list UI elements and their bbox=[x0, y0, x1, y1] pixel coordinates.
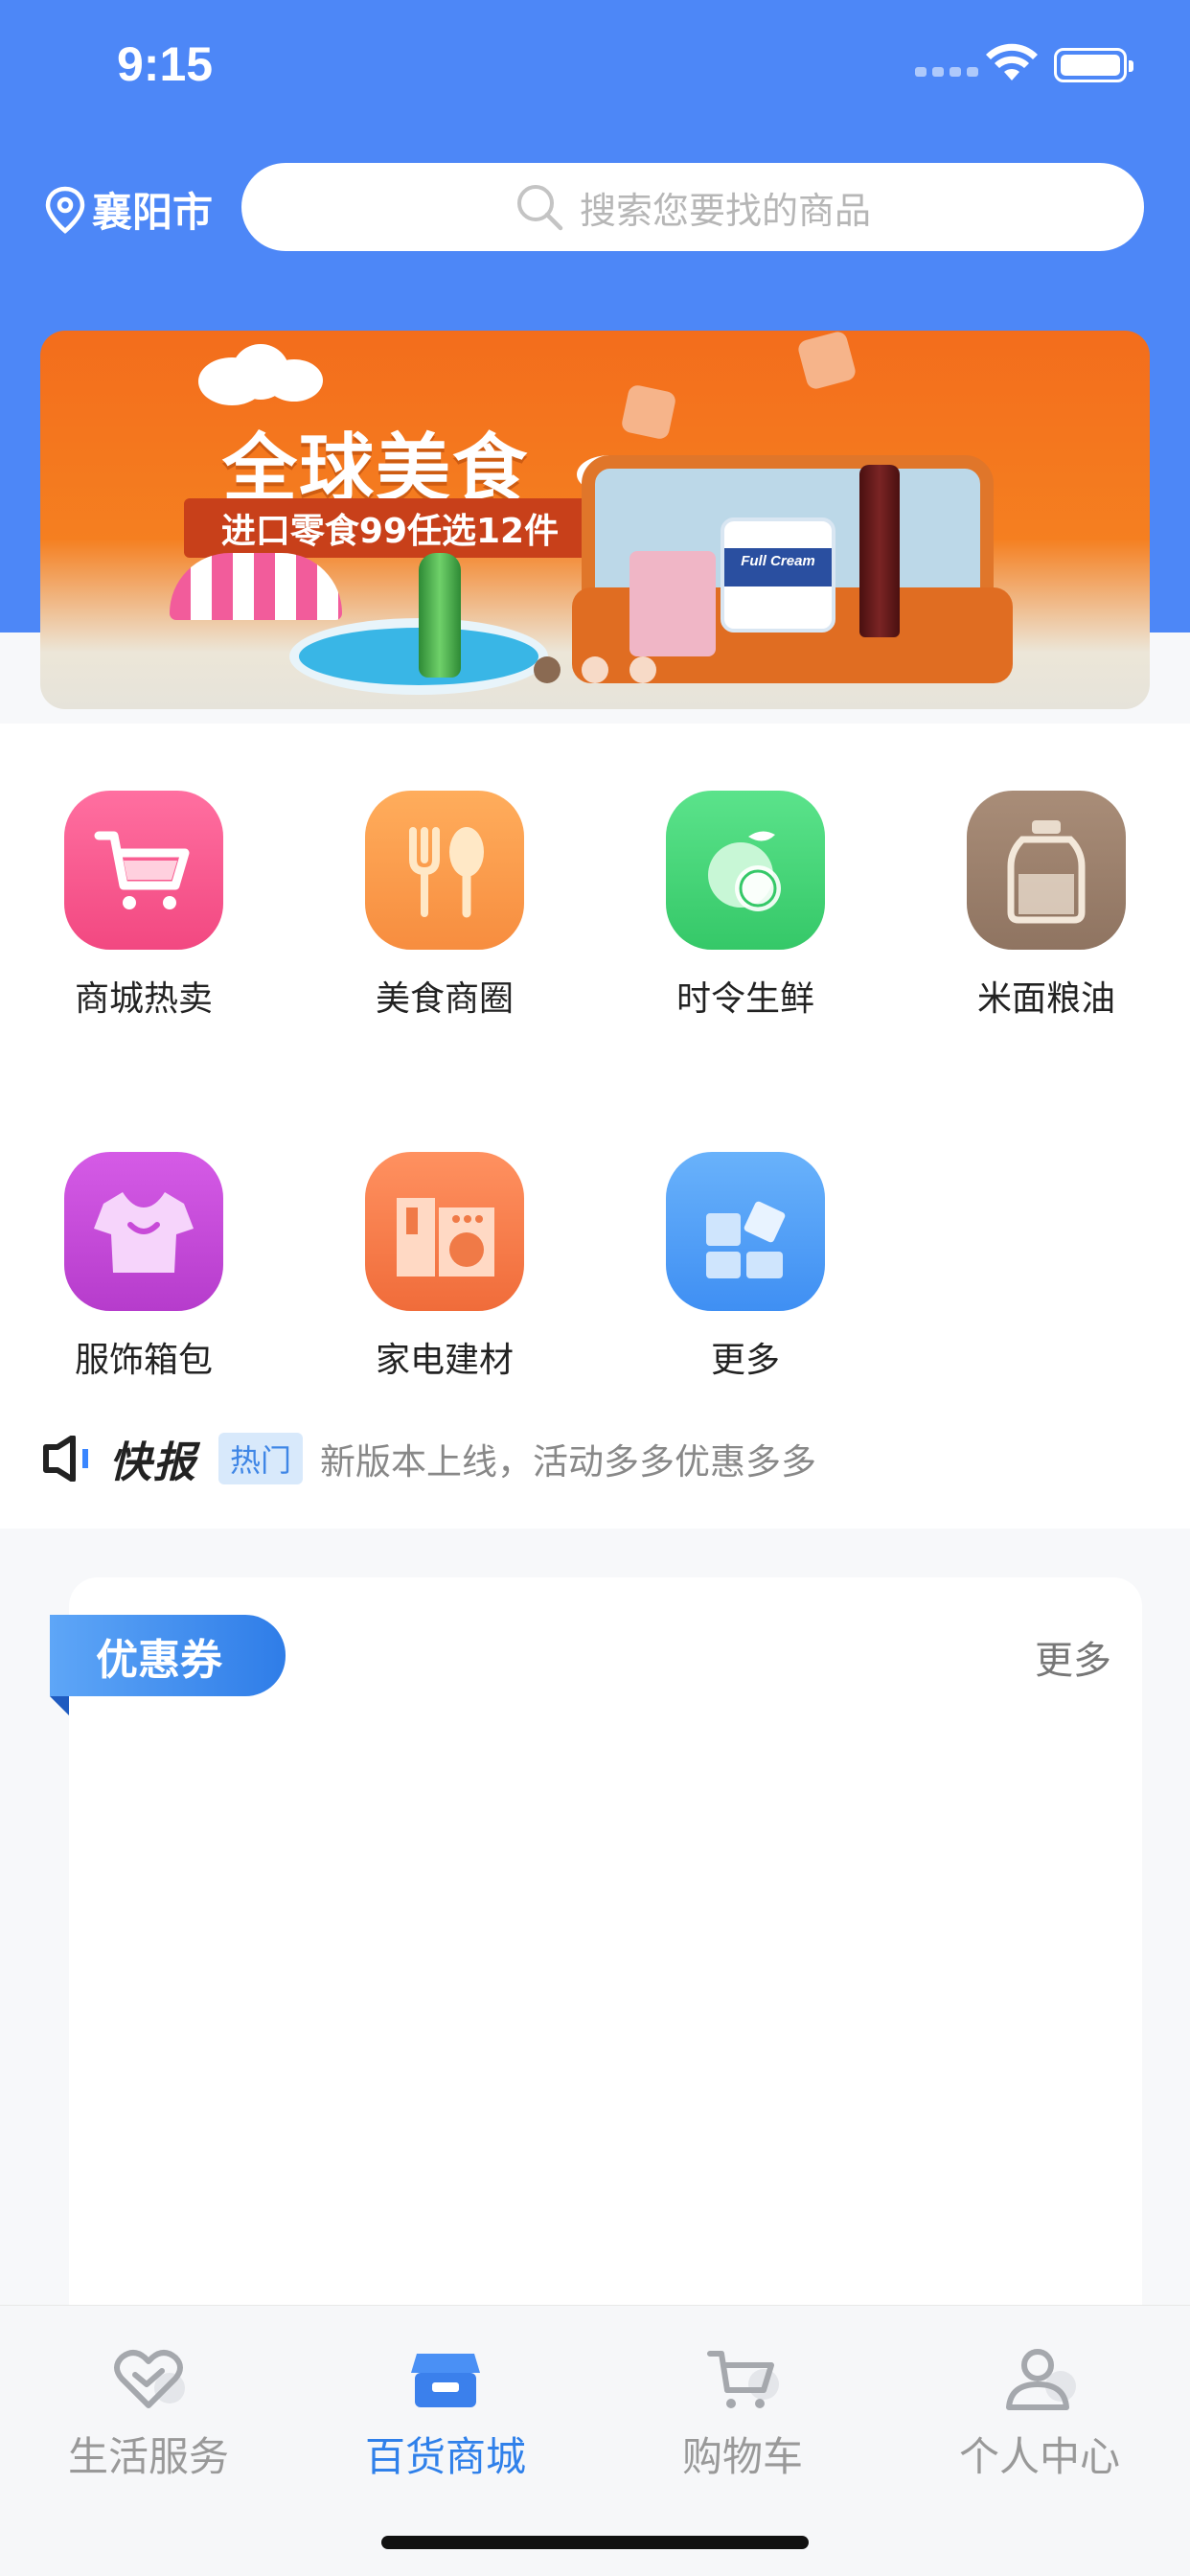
tab-shopping-cart[interactable]: 购物车 bbox=[618, 2344, 867, 2483]
ice-cube-decoration bbox=[796, 331, 858, 391]
tab-label: 百货商城 bbox=[364, 2433, 526, 2480]
cart-icon bbox=[707, 2351, 779, 2408]
coupon-more-link[interactable]: 更多 bbox=[1035, 1629, 1111, 1685]
news-text: 新版本上线，活动多多优惠多多 bbox=[320, 1441, 817, 1483]
search-placeholder: 搜索您要找的商品 bbox=[579, 189, 871, 232]
battery-icon bbox=[1054, 48, 1133, 82]
wine-bottle-image bbox=[859, 465, 900, 637]
category-hot-sale[interactable]: 商城热卖 bbox=[48, 791, 240, 1021]
news-hot-tag: 热门 bbox=[218, 1433, 304, 1484]
tab-label: 生活服务 bbox=[67, 2433, 229, 2480]
washing-machine-icon bbox=[365, 1152, 524, 1311]
category-fresh-produce[interactable]: 时令生鲜 bbox=[650, 791, 841, 1021]
user-icon bbox=[1006, 2349, 1076, 2410]
ice-cube-decoration bbox=[620, 383, 677, 441]
pagination-dot[interactable] bbox=[582, 656, 608, 683]
category-label: 服饰箱包 bbox=[74, 1341, 213, 1380]
category-grain-oil[interactable]: 米面粮油 bbox=[950, 791, 1142, 1021]
category-label: 家电建材 bbox=[375, 1341, 514, 1380]
coupon-title: 优惠券 bbox=[96, 1635, 222, 1685]
category-label: 时令生鲜 bbox=[675, 979, 814, 1019]
location-pin-icon bbox=[45, 186, 85, 234]
location-selector[interactable]: 襄阳市 bbox=[44, 180, 213, 239]
news-title: 快报 bbox=[109, 1438, 197, 1487]
category-label: 商城热卖 bbox=[74, 979, 213, 1019]
banner-ribbon: 进口零食99任选12件 bbox=[184, 498, 596, 558]
wifi-icon bbox=[986, 43, 1038, 80]
pagination-dot-active[interactable] bbox=[534, 656, 561, 683]
coupon-section-tab: 优惠券 bbox=[50, 1615, 286, 1715]
water-bottle-image bbox=[419, 553, 461, 678]
banner-subtitle: 进口零食99任选12件 bbox=[220, 512, 560, 551]
noodle-pack-image bbox=[629, 551, 716, 656]
category-more[interactable]: 更多 bbox=[650, 1152, 841, 1382]
tab-label: 个人中心 bbox=[958, 2433, 1120, 2480]
status-bar: 9:15 bbox=[0, 0, 1190, 125]
tab-department-store[interactable]: 百货商城 bbox=[321, 2344, 570, 2483]
category-appliances-building[interactable]: 家电建材 bbox=[349, 1152, 540, 1382]
shopping-cart-icon bbox=[64, 791, 223, 950]
promo-banner[interactable]: 全球美食 进口零食99任选12件 Full Cream bbox=[40, 331, 1150, 709]
cloud-decoration bbox=[265, 359, 323, 402]
status-time: 9:15 bbox=[117, 37, 214, 91]
orange-fruit-icon bbox=[666, 791, 825, 950]
beach-umbrella-image bbox=[170, 553, 342, 620]
cellular-signal-icon bbox=[915, 67, 978, 77]
category-apparel-bags[interactable]: 服饰箱包 bbox=[48, 1152, 240, 1382]
tab-life-services[interactable]: 生活服务 bbox=[24, 2344, 273, 2483]
home-indicator bbox=[381, 2536, 809, 2549]
banner-pagination bbox=[534, 656, 656, 683]
search-icon bbox=[516, 185, 563, 231]
speaker-icon bbox=[43, 1436, 88, 1482]
category-label: 美食商圈 bbox=[375, 979, 514, 1019]
fork-spoon-icon bbox=[365, 791, 524, 950]
tab-label: 购物车 bbox=[681, 2433, 803, 2480]
news-ticker[interactable]: 快报 热门 新版本上线，活动多多优惠多多 bbox=[42, 1430, 816, 1487]
category-label: 更多 bbox=[710, 1341, 780, 1380]
location-label: 襄阳市 bbox=[92, 189, 214, 236]
category-food-district[interactable]: 美食商圈 bbox=[349, 791, 540, 1021]
pagination-dot[interactable] bbox=[629, 656, 656, 683]
category-label: 米面粮油 bbox=[976, 979, 1115, 1019]
oil-bottle-icon bbox=[967, 791, 1126, 950]
store-icon bbox=[411, 2354, 480, 2407]
tshirt-icon bbox=[64, 1152, 223, 1311]
search-input[interactable]: 搜索您要找的商品 bbox=[241, 163, 1144, 251]
milk-powder-label: Full Cream bbox=[741, 553, 815, 569]
more-grid-icon bbox=[666, 1152, 825, 1311]
tab-personal-center[interactable]: 个人中心 bbox=[915, 2344, 1164, 2483]
milk-powder-image: Full Cream bbox=[721, 518, 835, 632]
heart-icon bbox=[114, 2350, 185, 2408]
